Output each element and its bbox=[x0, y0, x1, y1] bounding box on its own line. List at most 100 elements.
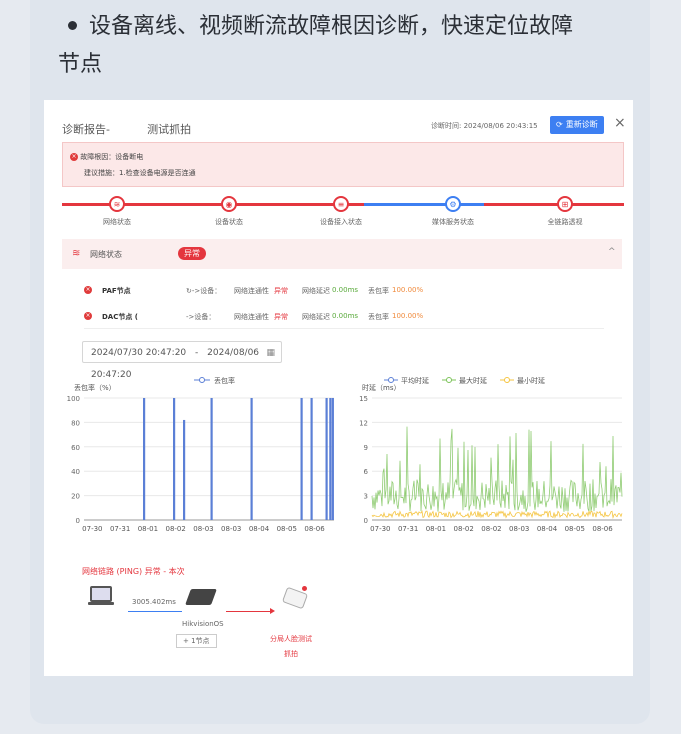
rediagnose-label: 重新诊断 bbox=[565, 120, 598, 129]
node-row: × PAF节点 ↻->设备： 网络连通性 异常 网络延迟 0.00ms 丢包率 100.00% bbox=[84, 286, 604, 295]
fault-alert: × 故障根因：设备断电 建议措施：1.检查设备电源是否连通 bbox=[62, 142, 624, 187]
rediagnose-button[interactable]: ⟳ 重新诊断 bbox=[550, 116, 604, 134]
x-tick-label: 08-04 bbox=[249, 525, 270, 533]
loss-value: 100.00% bbox=[392, 286, 424, 294]
target-name-2: 抓拍 bbox=[284, 650, 298, 658]
legend-marker bbox=[388, 377, 394, 383]
x-tick-label: 08-05 bbox=[565, 525, 585, 533]
node-name: PAF节点 bbox=[102, 287, 131, 295]
diag-time-value: 2024/08/06 20:43:15 bbox=[463, 122, 538, 130]
network-status-label: 网络状态 bbox=[90, 250, 122, 259]
legend-label: 平均时延 bbox=[401, 376, 429, 385]
ping-latency: 3005.402ms bbox=[132, 598, 176, 606]
date-separator: - bbox=[195, 348, 199, 358]
gear-icon[interactable]: ⚙ bbox=[445, 196, 461, 212]
y-tick-label: 60 bbox=[71, 444, 80, 452]
legend-label: 最小时延 bbox=[517, 376, 545, 385]
link-icon[interactable]: ⊞ bbox=[557, 196, 573, 212]
node-arrow: ↻->设备： bbox=[186, 287, 222, 295]
loss-spike bbox=[325, 398, 328, 520]
y-tick-label: 15 bbox=[359, 395, 368, 403]
node-count-badge[interactable]: + 1节点 bbox=[176, 634, 217, 648]
error-icon: × bbox=[84, 286, 92, 294]
close-icon[interactable]: × bbox=[614, 115, 626, 131]
loss-spike bbox=[310, 398, 313, 520]
loss-spike bbox=[210, 398, 213, 520]
x-tick-label: 08-02 bbox=[453, 525, 473, 533]
loss-label: 丢包率 bbox=[368, 287, 389, 295]
alarm-dot-icon bbox=[302, 586, 307, 591]
x-tick-label: 08-01 bbox=[138, 525, 158, 533]
y-tick-label: 9 bbox=[364, 444, 368, 452]
latency-chart: 0 3 6 9 12 15 07-30 07-31 08-01 08-02 08-02 08-03 08… bbox=[359, 376, 623, 533]
legend-marker bbox=[504, 377, 510, 383]
x-tick-label: 07-30 bbox=[370, 525, 390, 533]
date-start: 2024/07/30 20:47:20 bbox=[91, 348, 187, 358]
loss-spike bbox=[250, 398, 253, 520]
x-tick-label: 08-02 bbox=[481, 525, 501, 533]
date-range-picker[interactable]: 2024/07/30 20:47:20 - 2024/08/06 20:47:2… bbox=[82, 341, 282, 380]
device-icon[interactable]: ◉ bbox=[221, 196, 237, 212]
x-tick-label: 08-02 bbox=[165, 525, 185, 533]
y-tick-label: 40 bbox=[71, 468, 80, 476]
root-cause: 故障根因：设备断电 bbox=[80, 153, 144, 161]
loss-spike bbox=[183, 419, 186, 520]
node-arrow: ->设备： bbox=[186, 313, 216, 321]
legend-marker bbox=[199, 377, 205, 383]
error-icon: × bbox=[70, 153, 78, 161]
y-tick-label: 0 bbox=[364, 517, 368, 525]
max-latency-line bbox=[371, 426, 623, 512]
refresh-icon: ⟳ bbox=[556, 120, 563, 129]
network-status-header[interactable]: ≋ 网络状态 异常 ^ bbox=[62, 239, 622, 269]
bullet-icon bbox=[68, 20, 77, 30]
conn-label: 网络连通性 bbox=[234, 287, 269, 295]
x-tick-label: 08-03 bbox=[221, 525, 241, 533]
link-fault-line bbox=[226, 611, 272, 612]
diag-time-label: 诊断时间: bbox=[431, 122, 462, 130]
divider bbox=[84, 328, 604, 329]
loss-label: 丢包率 bbox=[368, 313, 389, 321]
latency-value: 0.00ms bbox=[332, 312, 359, 320]
x-tick-label: 08-04 bbox=[537, 525, 558, 533]
y-tick-label: 3 bbox=[364, 493, 368, 501]
step-label: 网络状态 bbox=[103, 218, 131, 226]
device-name: HikvisionOS bbox=[182, 620, 224, 628]
conn-status: 异常 bbox=[274, 313, 288, 321]
laptop-icon bbox=[88, 586, 114, 606]
x-tick-label: 08-01 bbox=[426, 525, 446, 533]
loss-spike bbox=[300, 398, 303, 520]
step-label: 媒体服务状态 bbox=[432, 218, 474, 226]
error-icon: × bbox=[84, 312, 92, 320]
step-bar: ≋ 网络状态 ◉ 设备状态 ≡ 设备接入状态 ⚙ 媒体服务状态 ⊞ 全链路透视 bbox=[44, 196, 633, 236]
node-row: × DAC节点 (->设备： 网络连通性 异常 网络延迟 0.00ms 丢包率 100.00% bbox=[84, 312, 604, 321]
loss-spike bbox=[173, 398, 176, 520]
wifi-icon: ≋ bbox=[72, 248, 81, 259]
y-tick-label: 6 bbox=[364, 468, 369, 476]
suggestion: 建议措施：1.检查设备电源是否连通 bbox=[84, 169, 196, 177]
access-icon[interactable]: ≡ bbox=[333, 196, 349, 212]
chevron-up-icon[interactable]: ^ bbox=[608, 247, 616, 257]
min-latency-line bbox=[371, 509, 623, 520]
packet-loss-chart: 0 20 40 60 80 100 07-30 07-31 08-01 08-02 08-03 08-… bbox=[67, 376, 334, 533]
y-axis-label: 时延（ms） bbox=[362, 383, 400, 392]
link-ok-line bbox=[128, 611, 182, 612]
x-tick-label: 08-03 bbox=[509, 525, 529, 533]
x-tick-label: 08-05 bbox=[277, 525, 297, 533]
legend-label: 最大时延 bbox=[459, 376, 487, 385]
headline-line1: 设备离线、视频断流故障根因诊断，快速定位故障 bbox=[89, 14, 574, 39]
report-title-name: 测试抓拍 bbox=[147, 123, 192, 136]
y-tick-label: 0 bbox=[76, 517, 80, 525]
server-icon bbox=[185, 589, 217, 605]
ping-title: 网络链路 (PING) 异常 - 本次 bbox=[82, 567, 185, 576]
arrow-icon bbox=[270, 608, 275, 614]
x-tick-label: 08-06 bbox=[592, 525, 613, 533]
loss-spike bbox=[331, 398, 334, 520]
legend-label: 丢包率 bbox=[214, 376, 235, 385]
step-label: 全链路透视 bbox=[547, 218, 583, 226]
x-tick-label: 07-30 bbox=[82, 525, 102, 533]
legend-marker bbox=[446, 377, 452, 383]
wifi-icon[interactable]: ≋ bbox=[109, 196, 125, 212]
calendar-icon: ▦ bbox=[266, 348, 275, 358]
status-badge: 异常 bbox=[178, 247, 206, 260]
diag-time: 诊断时间: 2024/08/06 20:43:15 bbox=[431, 121, 538, 131]
